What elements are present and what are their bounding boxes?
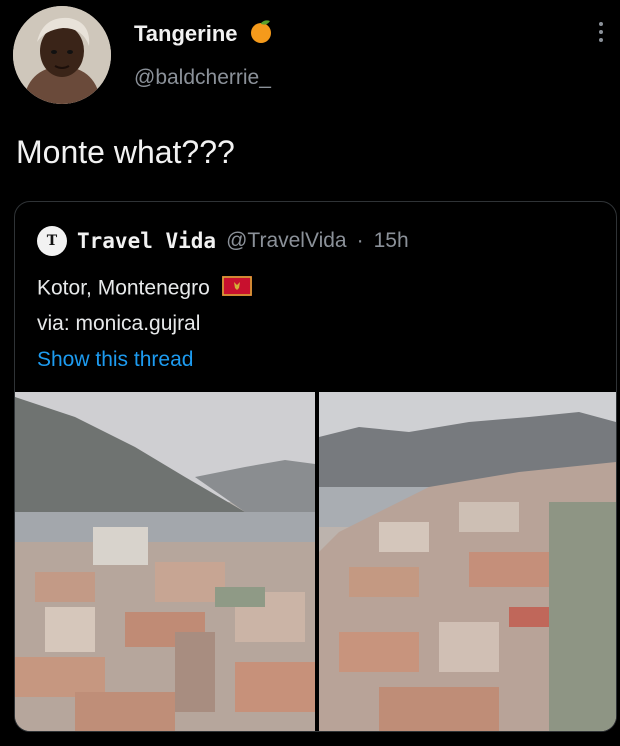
montenegro-flag-icon [221, 276, 252, 302]
quoted-author-avatar[interactable]: T [37, 226, 67, 256]
quoted-text-line-1: Kotor, Montenegro [37, 276, 252, 302]
quoted-photo-right[interactable] [319, 392, 616, 731]
header-separator: · [356, 229, 364, 252]
show-thread-link[interactable]: Show this thread [37, 348, 193, 372]
quoted-author-name[interactable]: Travel Vida [77, 229, 216, 253]
author-name-row[interactable]: Tangerine [134, 18, 274, 50]
author-name[interactable]: Tangerine [134, 21, 238, 47]
tangerine-emoji-icon [248, 18, 274, 50]
author-avatar[interactable] [13, 6, 111, 104]
quoted-location-text: Kotor, Montenegro [37, 276, 210, 300]
quoted-tweet-header: T Travel Vida @TravelVida · 15h [37, 226, 409, 256]
quoted-tweet-card[interactable]: T Travel Vida @TravelVida · 15h Kotor, M… [14, 201, 617, 732]
quoted-photo-left[interactable] [15, 392, 315, 731]
author-handle[interactable]: @baldcherrie_ [134, 66, 271, 90]
quoted-text-line-2: via: monica.gujral [37, 312, 201, 335]
quoted-author-handle[interactable]: @TravelVida [226, 229, 347, 253]
quoted-timestamp[interactable]: 15h [374, 229, 409, 253]
tweet-text: Monte what??? [16, 134, 235, 170]
more-options-icon[interactable] [596, 22, 606, 42]
